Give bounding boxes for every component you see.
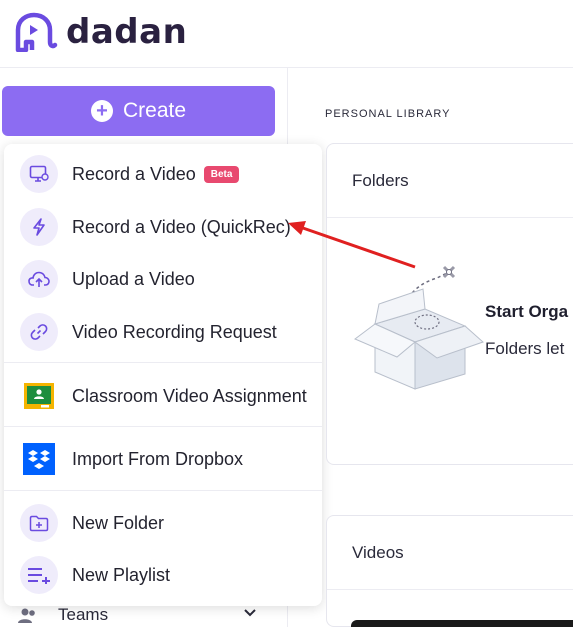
videos-panel: Videos — [326, 515, 573, 627]
folders-header: Folders — [327, 144, 573, 218]
create-button-label: Create — [122, 99, 187, 122]
menu-item-label: Record a Video — [72, 163, 196, 184]
menu-item-import-dropbox[interactable]: Import From Dropbox — [4, 434, 322, 484]
menu-item-quickrec[interactable]: Record a Video (QuickRec) — [4, 202, 322, 252]
dropbox-icon — [20, 440, 58, 478]
top-header: dadan — [0, 0, 573, 68]
menu-divider — [4, 490, 322, 491]
menu-item-record-video[interactable]: Record a Video Beta — [4, 149, 322, 199]
menu-item-label: Video Recording Request — [72, 321, 277, 342]
chevron-down-icon — [244, 609, 256, 617]
menu-item-new-playlist[interactable]: New Playlist — [4, 550, 322, 600]
teams-label: Teams — [58, 605, 109, 624]
library-title: PERSONAL LIBRARY — [325, 108, 451, 120]
plus-circle-icon: + — [90, 100, 113, 122]
monitor-record-icon — [20, 155, 58, 193]
videos-header: Videos — [327, 516, 573, 590]
menu-item-label: Upload a Video — [72, 268, 195, 289]
cloud-upload-icon — [20, 260, 58, 298]
menu-item-classroom-assignment[interactable]: Classroom Video Assignment — [4, 371, 322, 421]
menu-divider — [4, 362, 322, 363]
folder-plus-icon — [20, 504, 58, 542]
empty-box-illustration — [354, 265, 484, 390]
create-dropdown-menu: Record a Video Beta Record a Video (Quic… — [4, 144, 322, 606]
video-thumbnail[interactable] — [351, 620, 573, 627]
empty-state-title: Start Orga — [485, 302, 569, 321]
folders-panel: Folders Start Orga Folders let — [326, 143, 573, 465]
menu-item-label: Classroom Video Assignment — [72, 385, 307, 406]
empty-state-subtitle: Folders let — [485, 339, 565, 358]
google-classroom-icon — [20, 377, 58, 415]
link-icon — [20, 313, 58, 351]
users-icon — [18, 608, 35, 623]
menu-item-upload-video[interactable]: Upload a Video — [4, 254, 322, 304]
playlist-add-icon — [20, 556, 58, 594]
elephant-icon — [15, 12, 58, 52]
beta-badge: Beta — [203, 165, 240, 183]
menu-item-label: New Playlist — [72, 564, 171, 585]
menu-item-new-folder[interactable]: New Folder — [4, 498, 322, 548]
menu-item-label: New Folder — [72, 512, 165, 533]
lightning-icon — [20, 208, 58, 246]
menu-item-recording-request[interactable]: Video Recording Request — [4, 307, 322, 357]
menu-item-label: Import From Dropbox — [72, 448, 244, 469]
menu-item-label: Record a Video (QuickRec) — [72, 216, 291, 237]
create-button[interactable]: + Create — [2, 86, 275, 136]
brand-logo[interactable]: dadan — [12, 12, 187, 52]
annotation-arrow — [288, 221, 416, 269]
menu-divider — [4, 426, 322, 427]
brand-name: dadan — [66, 12, 188, 52]
